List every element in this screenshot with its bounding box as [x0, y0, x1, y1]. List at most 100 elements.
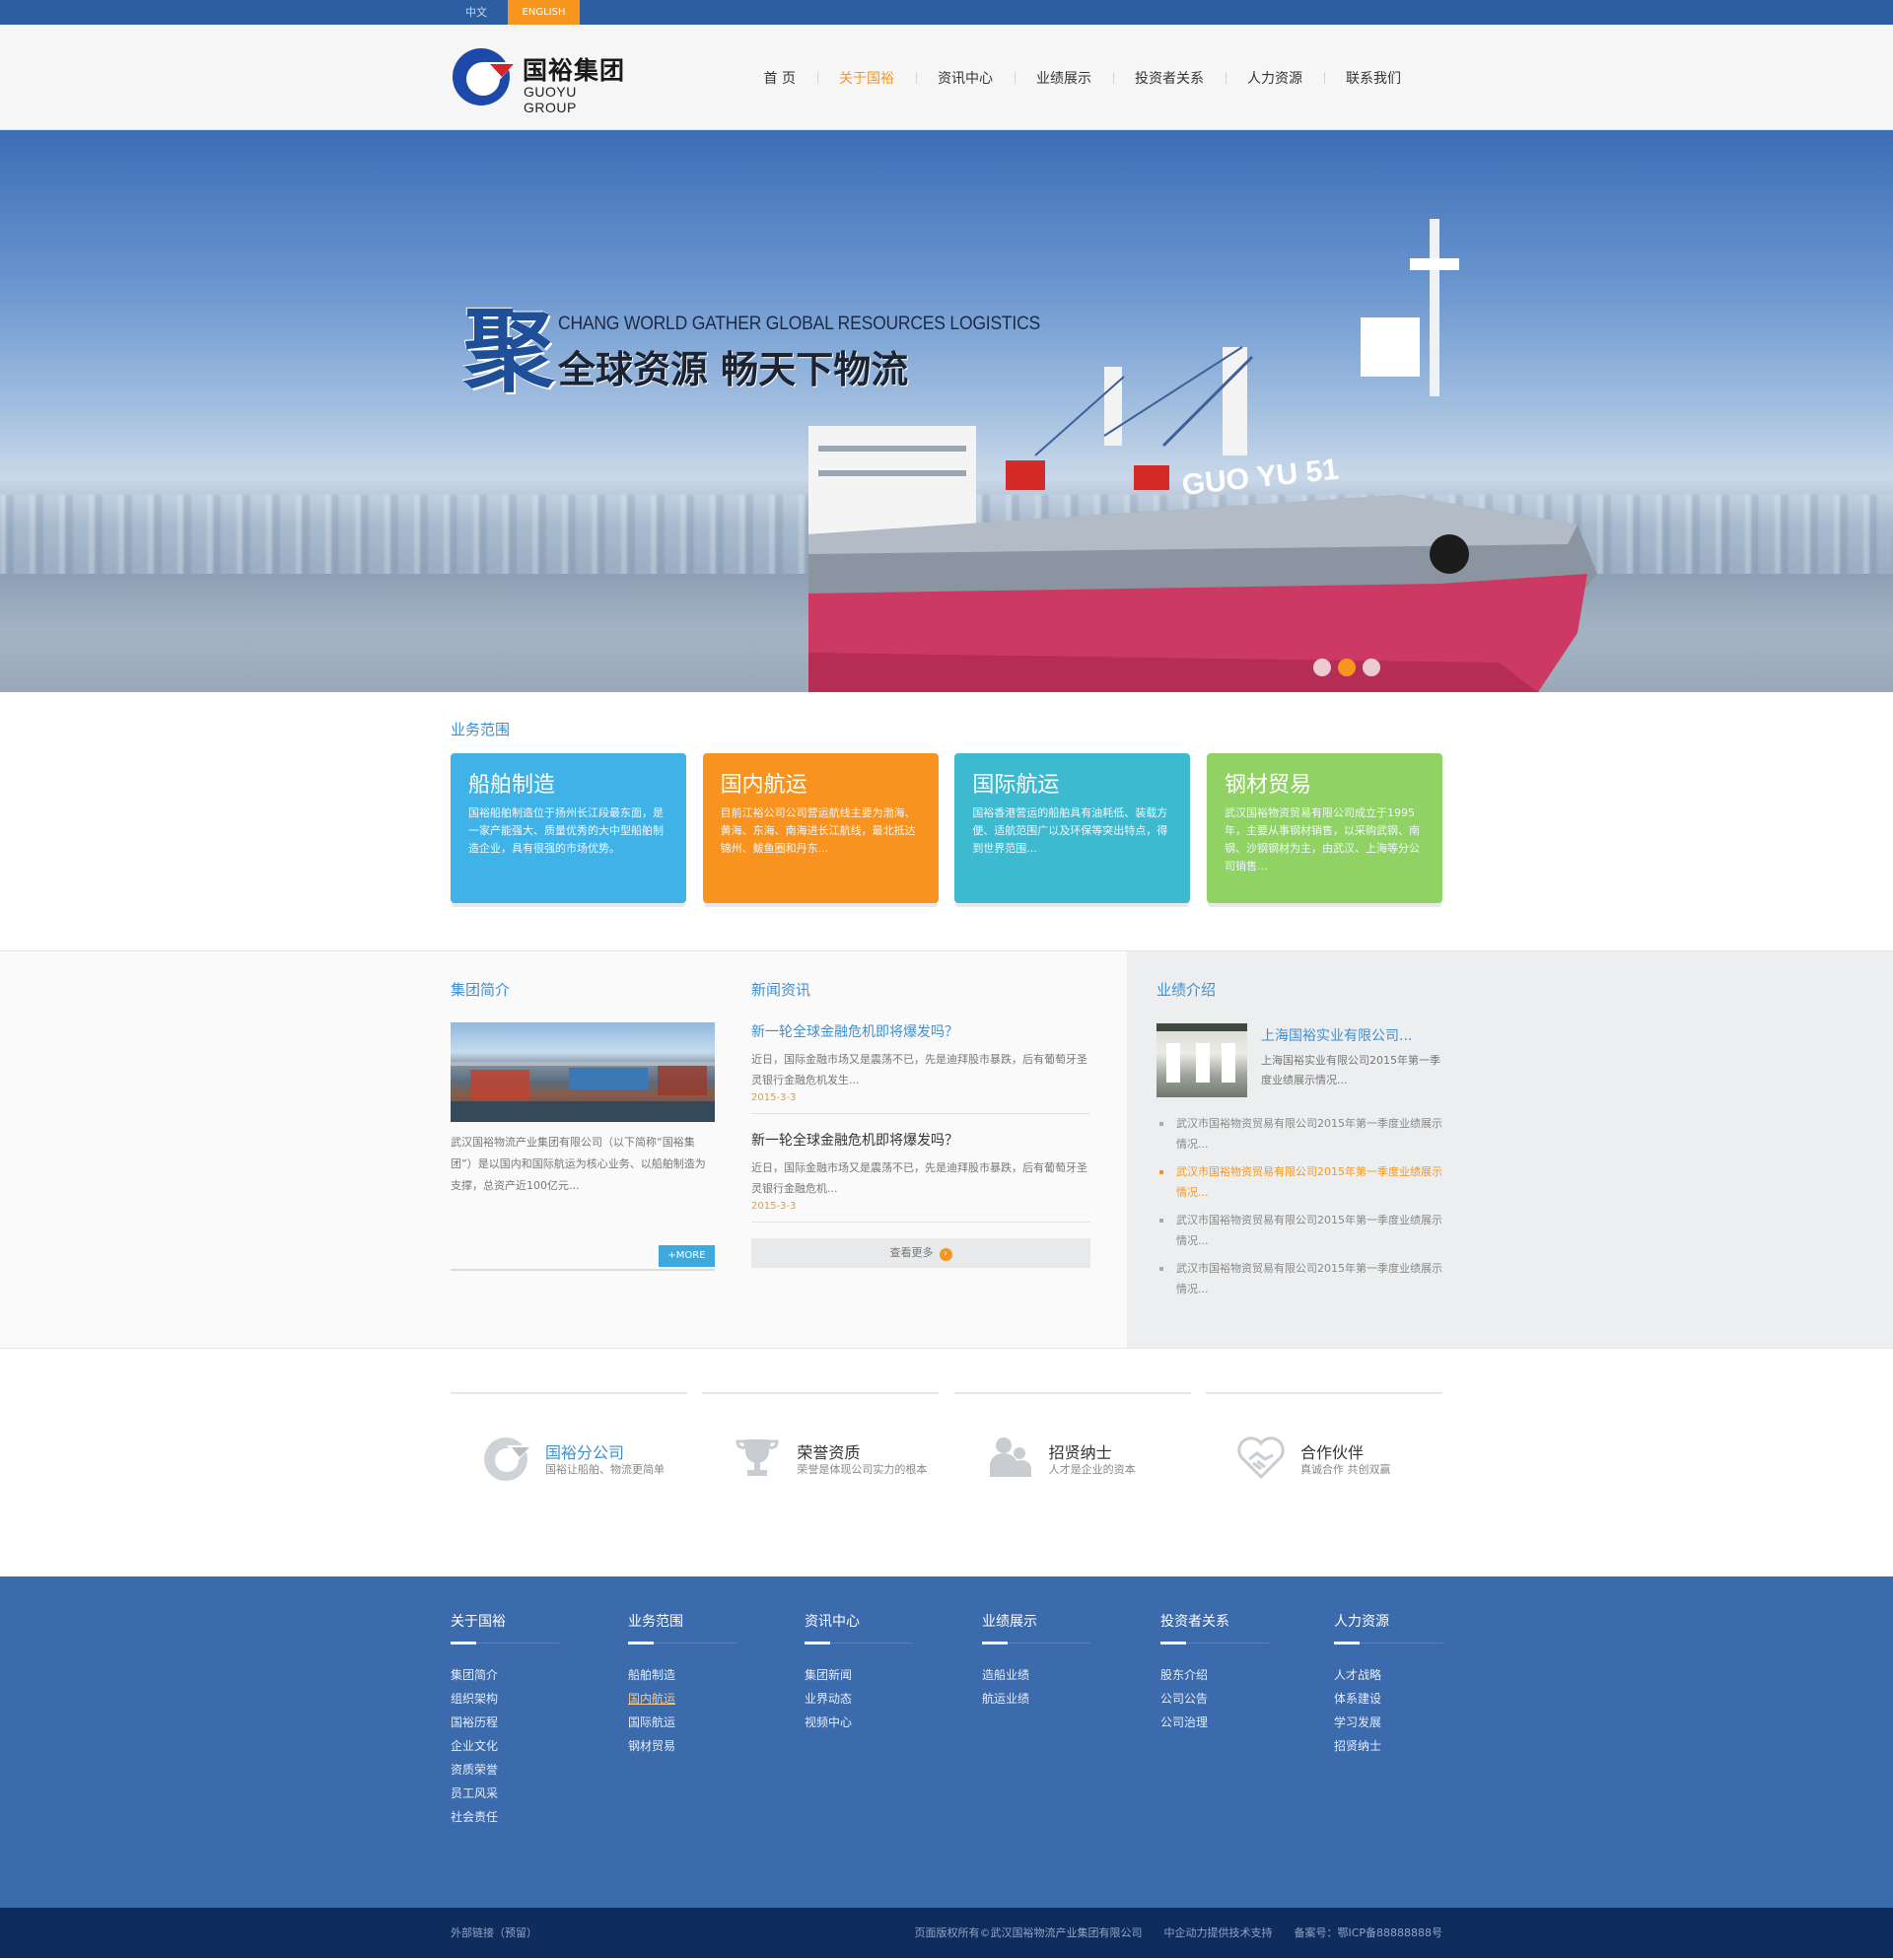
performance-list-item[interactable]: 武汉市国裕物资贸易有限公司2015年第一季度业绩展示情况...	[1157, 1210, 1442, 1251]
footer-link[interactable]: 学习发展	[1334, 1711, 1442, 1734]
external-links[interactable]: 外部链接（预留）	[451, 1926, 537, 1939]
feature-desc: 真诚合作 共创双赢	[1299, 1463, 1391, 1476]
footer-link[interactable]: 公司治理	[1160, 1711, 1269, 1734]
footer-link[interactable]: 造船业绩	[982, 1663, 1090, 1687]
news-item-summary: 近日，国际金融市场又是震荡不已，先是迪拜股市暴跌，后有葡萄牙圣灵银行金融危机..…	[751, 1161, 1087, 1195]
logo-name-en: GUOYU GROUP	[524, 84, 577, 115]
performance-list: 武汉市国裕物资贸易有限公司2015年第一季度业绩展示情况... 武汉市国裕物资贸…	[1157, 1113, 1442, 1299]
news-section: 新闻资讯 新一轮全球金融危机即将爆发吗？ 近日，国际金融市场又是震荡不已，先是迪…	[751, 979, 1090, 1268]
intro-more-button[interactable]: +MORE	[659, 1245, 715, 1267]
feature-desc: 荣誉是体现公司实力的根本	[797, 1463, 928, 1476]
feature-honors[interactable]: 荣誉资质 荣誉是体现公司实力的根本	[702, 1392, 940, 1501]
footer-link[interactable]: 业界动态	[805, 1687, 913, 1711]
footer-link[interactable]: 企业文化	[451, 1734, 559, 1758]
scope-title: 业务范围	[451, 721, 511, 738]
news-item[interactable]: 新一轮全球金融危机即将爆发吗？ 近日，国际金融市场又是震荡不已，先是迪拜股市暴跌…	[751, 1021, 1090, 1114]
language-bar: 中文 ENGLISH	[0, 0, 1893, 25]
scope-card-shipbuilding[interactable]: 船舶制造 国裕船舶制造位于扬州长江段最东面，是一家产能强大、质量优秀的大中型船舶…	[451, 753, 686, 903]
footer-link[interactable]: 组织架构	[451, 1687, 559, 1711]
site-logo[interactable]: 国裕集团 GUOYU GROUP	[451, 46, 628, 115]
feature-partners[interactable]: 合作伙伴 真诚合作 共创双赢	[1205, 1392, 1442, 1501]
footer-link[interactable]: 国际航运	[628, 1711, 736, 1734]
nav-investor-relations[interactable]: 投资者关系	[1113, 68, 1226, 88]
footer-col-scope: 业务范围 船舶制造 国内航运 国际航运 钢材贸易	[628, 1611, 736, 1758]
footer-col-investors: 投资者关系 股东介绍 公司公告 公司治理	[1160, 1611, 1269, 1734]
footer-link[interactable]: 招贤纳士	[1334, 1734, 1442, 1758]
footer-link[interactable]: 视频中心	[805, 1711, 913, 1734]
footer-link[interactable]: 国内航运	[628, 1687, 736, 1711]
footer-link[interactable]: 船舶制造	[628, 1663, 736, 1687]
performance-featured[interactable]: 上海国裕实业有限公司... 上海国裕实业有限公司2015年第一季度业绩展示情况.…	[1157, 1023, 1442, 1097]
feature-title: 招贤纳士	[1048, 1443, 1112, 1462]
performance-list-item[interactable]: 武汉市国裕物资贸易有限公司2015年第一季度业绩展示情况...	[1157, 1161, 1442, 1203]
footer-link[interactable]: 员工风采	[451, 1782, 559, 1805]
nav-about[interactable]: 关于国裕	[817, 68, 916, 88]
hero-banner: GUO YU 51 聚 CHANG WORLD GATHER GLOBAL RE…	[0, 130, 1893, 692]
footer-link[interactable]: 钢材贸易	[628, 1734, 736, 1758]
footer-link[interactable]: 集团新闻	[805, 1663, 913, 1687]
footer-col-about: 关于国裕 集团简介 组织架构 国裕历程 企业文化 资质荣誉 员工风采 社会责任	[451, 1611, 559, 1829]
footer-link[interactable]: 体系建设	[1334, 1687, 1442, 1711]
card-title: 国际航运	[972, 773, 1060, 798]
footer-link[interactable]: 人才战略	[1334, 1663, 1442, 1687]
footer-col-hr: 人力资源 人才战略 体系建设 学习发展 招贤纳士	[1334, 1611, 1442, 1758]
card-title: 钢材贸易	[1224, 773, 1311, 798]
news-item-title[interactable]: 新一轮全球金融危机即将爆发吗？	[751, 1021, 1090, 1041]
footer-link[interactable]: 股东介绍	[1160, 1663, 1269, 1687]
intro-title: 集团简介	[451, 981, 511, 999]
news-item-title[interactable]: 新一轮全球金融危机即将爆发吗？	[751, 1130, 1090, 1150]
lang-chinese-link[interactable]: 中文	[451, 0, 502, 25]
slider-dot-3[interactable]	[1363, 659, 1380, 676]
logo-mark-icon	[453, 48, 516, 105]
site-footer: 关于国裕 集团简介 组织架构 国裕历程 企业文化 资质荣誉 员工风采 社会责任 …	[0, 1576, 1893, 1908]
footer-col-performance: 业绩展示 造船业绩 航运业绩	[982, 1611, 1090, 1711]
footer-link[interactable]: 集团简介	[451, 1663, 559, 1687]
news-title: 新闻资讯	[751, 981, 811, 999]
news-item-date: 2015-3-3	[751, 1092, 797, 1103]
scope-card-international-shipping[interactable]: 国际航运 国裕香港营运的船舶具有油耗低、装载方便、适航范围广以及环保等突出特点，…	[954, 753, 1191, 903]
footer-link[interactable]: 航运业绩	[982, 1687, 1090, 1711]
info-section: 集团简介 武汉国裕物流产业集团有限公司（以下简称“国裕集团”）是以国内和国际航运…	[0, 950, 1893, 1349]
featured-title[interactable]: 上海国裕实业有限公司...	[1261, 1025, 1442, 1045]
news-view-more-button[interactable]: 查看更多 ›	[751, 1238, 1090, 1268]
feature-recruitment[interactable]: 招贤纳士 人才是企业的资本	[953, 1392, 1191, 1501]
copyright-text: 页面版权所有©武汉国裕物流产业集团有限公司	[914, 1926, 1143, 1939]
news-item-date: 2015-3-3	[751, 1201, 797, 1212]
performance-list-item[interactable]: 武汉市国裕物资贸易有限公司2015年第一季度业绩展示情况...	[1157, 1258, 1442, 1299]
intro-divider	[451, 1269, 715, 1271]
feature-branches[interactable]: 国裕分公司 国裕让船舶、物流更简单	[451, 1392, 687, 1501]
feature-title: 荣誉资质	[797, 1443, 861, 1462]
slider-dot-2[interactable]	[1338, 659, 1356, 676]
lang-english-link[interactable]: ENGLISH	[508, 0, 580, 25]
news-item-summary: 近日，国际金融市场又是震荡不已，先是迪拜股市暴跌，后有葡萄牙圣灵银行金融危机发生…	[751, 1053, 1087, 1086]
footer-link[interactable]: 资质荣誉	[451, 1758, 559, 1782]
nav-home[interactable]: 首 页	[742, 68, 817, 88]
nav-news-center[interactable]: 资讯中心	[916, 68, 1015, 88]
footer-col-title: 业绩展示	[982, 1611, 1090, 1645]
nav-contact[interactable]: 联系我们	[1324, 68, 1423, 88]
nav-human-resources[interactable]: 人力资源	[1226, 68, 1324, 88]
slogan-english: CHANG WORLD GATHER GLOBAL RESOURCES LOGI…	[558, 314, 1041, 334]
scope-card-domestic-shipping[interactable]: 国内航运 目前江裕公司公司营运航线主要为渤海、黄海、东海、南海进长江航线，最北抵…	[702, 753, 939, 903]
footer-link[interactable]: 社会责任	[451, 1805, 559, 1829]
slogan-big-char: 聚	[463, 298, 555, 404]
feature-title: 国裕分公司	[545, 1443, 625, 1462]
copyright-bar: 外部链接（预留） 页面版权所有©武汉国裕物流产业集团有限公司 中企动力提供技术支…	[0, 1908, 1893, 1958]
feature-links: 国裕分公司 国裕让船舶、物流更简单 荣誉资质 荣誉是体现公司实力的根本 招贤纳士	[0, 1349, 1893, 1576]
card-desc: 武汉国裕物资贸易有限公司成立于1995年，主要从事钢材销售，以采购武钢、南钢、沙…	[1224, 806, 1420, 873]
people-icon	[989, 1437, 1031, 1477]
footer-link[interactable]: 国裕历程	[451, 1711, 559, 1734]
card-title: 船舶制造	[468, 773, 556, 798]
news-item[interactable]: 新一轮全球金融危机即将爆发吗？ 近日，国际金融市场又是震荡不已，先是迪拜股市暴跌…	[751, 1130, 1090, 1223]
footer-link[interactable]: 公司公告	[1160, 1687, 1269, 1711]
slider-dot-1[interactable]	[1313, 659, 1331, 676]
shipyard-photo[interactable]	[451, 1022, 715, 1122]
scope-card-steel-trade[interactable]: 钢材贸易 武汉国裕物资贸易有限公司成立于1995年，主要从事钢材销售，以采购武钢…	[1206, 753, 1442, 903]
performance-list-item[interactable]: 武汉市国裕物资贸易有限公司2015年第一季度业绩展示情况...	[1157, 1113, 1442, 1155]
handshake-heart-icon	[1237, 1436, 1285, 1480]
card-desc: 国裕船舶制造位于扬州长江段最东面，是一家产能强大、质量优秀的大中型船舶制造企业，…	[468, 806, 664, 855]
footer-col-title: 业务范围	[628, 1611, 736, 1645]
site-header: 国裕集团 GUOYU GROUP 首 页 关于国裕 资讯中心 业绩展示 投资者关…	[0, 25, 1893, 130]
footer-col-news: 资讯中心 集团新闻 业界动态 视频中心	[805, 1611, 913, 1734]
nav-performance[interactable]: 业绩展示	[1015, 68, 1113, 88]
